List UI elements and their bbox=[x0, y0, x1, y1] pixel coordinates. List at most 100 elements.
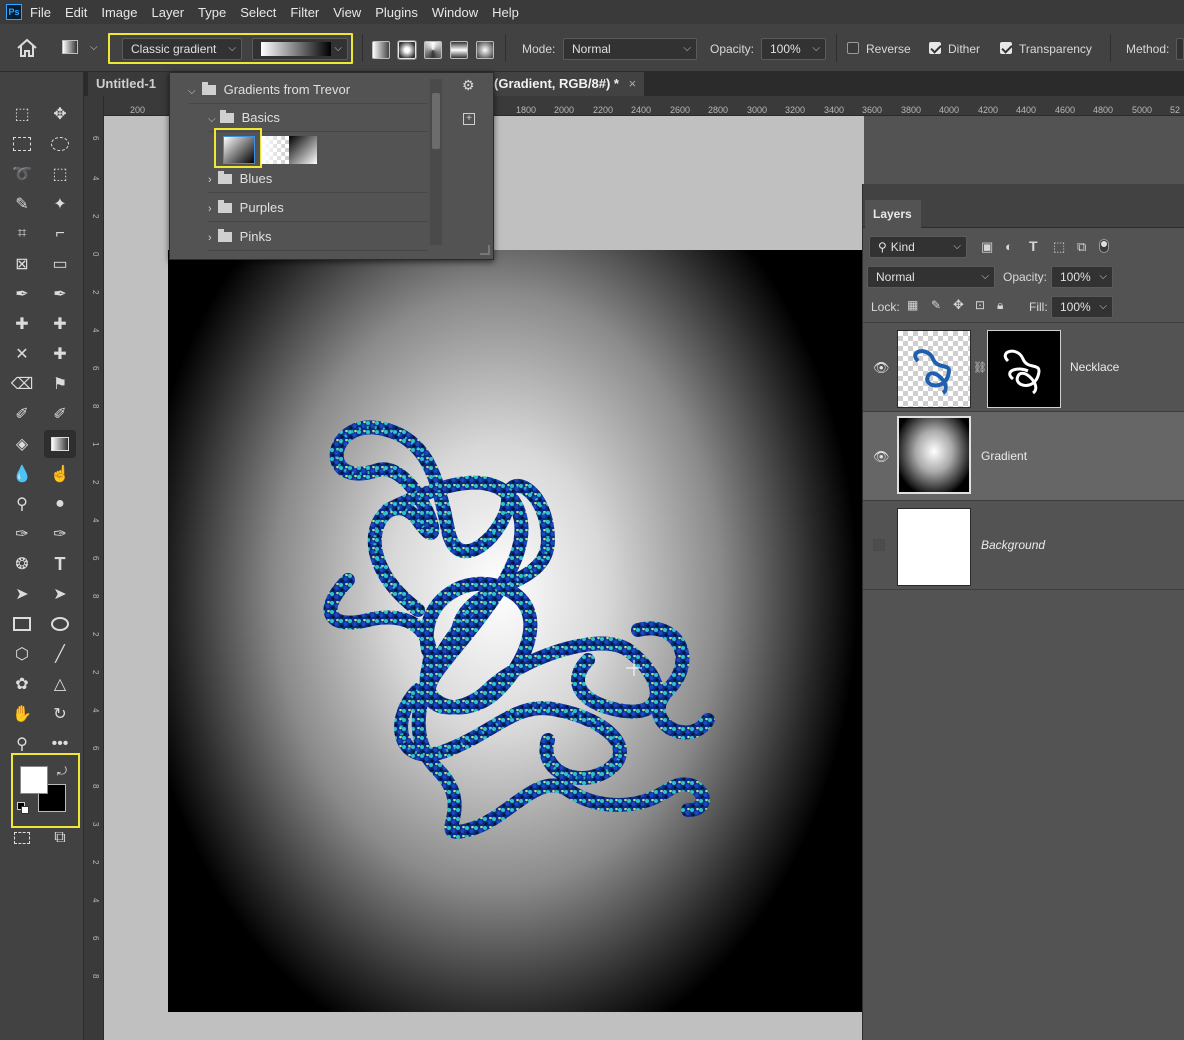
blur-tool-icon[interactable]: 💧 bbox=[10, 462, 34, 486]
menu-plugins[interactable]: Plugins bbox=[375, 5, 426, 20]
menu-select[interactable]: Select bbox=[240, 5, 284, 20]
reflected-gradient-icon[interactable] bbox=[450, 41, 468, 59]
crop-tool-icon[interactable]: ⌗ bbox=[10, 222, 34, 246]
diamond-gradient-icon[interactable] bbox=[476, 41, 494, 59]
brain-icon[interactable]: ❂ bbox=[10, 552, 34, 576]
gradient-style-dropdown[interactable]: Classic gradient ⌵ bbox=[122, 38, 242, 60]
hand-tool-icon[interactable]: ✋ bbox=[10, 702, 34, 726]
move-tool-icon[interactable]: ✥ bbox=[48, 102, 72, 126]
reverse-checkbox[interactable] bbox=[847, 42, 859, 54]
patch-tool-icon[interactable]: ✚ bbox=[48, 342, 72, 366]
perspective-crop-tool-icon[interactable]: ⌐ bbox=[48, 222, 72, 246]
line-tool-icon[interactable]: ╱ bbox=[48, 642, 72, 666]
default-colors-icon[interactable] bbox=[17, 802, 29, 814]
rect-marquee-tool-icon[interactable] bbox=[10, 132, 34, 156]
layer-row-background[interactable]: Background bbox=[863, 501, 1184, 590]
clone-stamp-tool-icon[interactable]: ⚑ bbox=[48, 372, 72, 396]
home-icon[interactable] bbox=[16, 38, 38, 58]
linear-gradient-icon[interactable] bbox=[372, 41, 390, 59]
pen-tool-icon[interactable]: ✑ bbox=[10, 522, 34, 546]
tab-gradient-document[interactable]: (Gradient, RGB/8#) * × bbox=[486, 72, 645, 96]
radial-gradient-icon[interactable] bbox=[397, 40, 417, 60]
color-sampler-tool-icon[interactable]: ✒ bbox=[48, 282, 72, 306]
frame-tool-icon[interactable]: ⊠ bbox=[10, 252, 34, 276]
screen-mode-icon[interactable]: ⧉ bbox=[48, 826, 72, 850]
angle-gradient-icon[interactable] bbox=[424, 41, 442, 59]
lock-all-icon[interactable]: 🔒︎ bbox=[997, 298, 1003, 313]
lock-transparent-pixels-icon[interactable]: ▦ bbox=[907, 298, 918, 312]
quick-mask-icon[interactable] bbox=[10, 826, 34, 850]
filter-shape-icon[interactable]: ⬚ bbox=[1053, 239, 1065, 255]
gradient-swatch-dropdown[interactable]: ⌵ bbox=[252, 38, 348, 60]
tab-untitled[interactable]: Untitled-1 @ bbox=[88, 72, 174, 115]
filter-pixel-icon[interactable]: ▣ bbox=[981, 239, 993, 255]
ruler-tool-icon[interactable]: ▭ bbox=[48, 252, 72, 276]
layer-row-necklace[interactable]: 👁︎ ⛓︎ Necklace bbox=[863, 323, 1184, 412]
foreground-color-swatch-top[interactable] bbox=[20, 766, 48, 794]
elliptical-marquee-tool-icon[interactable] bbox=[48, 132, 72, 156]
gradient-tool-icon[interactable] bbox=[44, 430, 76, 458]
blend-mode-dropdown[interactable]: Normal ⌵ bbox=[867, 266, 995, 288]
custom-shape-tool-icon[interactable]: ✿ bbox=[10, 672, 34, 696]
dodge-tool-icon[interactable]: ⚲ bbox=[10, 492, 34, 516]
visibility-toggle-empty[interactable] bbox=[873, 539, 885, 551]
menu-edit[interactable]: Edit bbox=[65, 5, 95, 20]
polygon-tool-icon[interactable]: ⬡ bbox=[10, 642, 34, 666]
visibility-eye-icon[interactable]: 👁︎ bbox=[873, 361, 890, 374]
folder-blues[interactable]: › Blues bbox=[208, 165, 428, 193]
artboard-tool-icon[interactable]: ⬚ bbox=[10, 102, 34, 126]
lock-artboard-icon[interactable]: ⊡ bbox=[975, 298, 985, 312]
filter-adjustment-icon[interactable]: ◐ bbox=[1005, 239, 1013, 254]
resize-grip-icon[interactable] bbox=[480, 245, 490, 255]
necklace-mask-thumbnail[interactable] bbox=[987, 330, 1061, 408]
transparency-checkbox[interactable] bbox=[1000, 42, 1012, 54]
type-tool-icon[interactable]: T bbox=[48, 552, 72, 576]
magic-wand-tool-icon[interactable]: ✦ bbox=[48, 192, 72, 216]
content-aware-move-icon[interactable]: ✕ bbox=[10, 342, 34, 366]
filter-smart-object-icon[interactable]: ⧉ bbox=[1077, 239, 1086, 255]
menu-image[interactable]: Image bbox=[101, 5, 145, 20]
layer-opacity-field[interactable]: 100% ⌵ bbox=[1051, 266, 1113, 288]
menu-type[interactable]: Type bbox=[198, 5, 234, 20]
rotate-view-tool-icon[interactable]: ↻ bbox=[48, 702, 72, 726]
quick-selection-tool-icon[interactable]: ✎ bbox=[10, 192, 34, 216]
sponge-tool-icon[interactable]: ● bbox=[48, 492, 72, 516]
folder-gradients-from-trevor[interactable]: ⌵ Gradients from Trevor bbox=[188, 76, 428, 104]
visibility-eye-icon[interactable]: 👁︎ bbox=[873, 450, 890, 463]
lasso-tool-icon[interactable]: ➰ bbox=[10, 162, 34, 186]
folder-purples[interactable]: › Purples bbox=[208, 194, 428, 222]
menu-layer[interactable]: Layer bbox=[152, 5, 193, 20]
menu-file[interactable]: File bbox=[30, 5, 59, 20]
tab-layers[interactable]: Layers bbox=[865, 200, 921, 228]
picker-scrollbar-thumb[interactable] bbox=[432, 93, 440, 149]
menu-filter[interactable]: Filter bbox=[290, 5, 327, 20]
brush-tool-icon[interactable]: ✐ bbox=[48, 402, 72, 426]
eraser-tool-icon[interactable]: ⌫ bbox=[10, 372, 34, 396]
triangle-tool-icon[interactable]: △ bbox=[48, 672, 72, 696]
menu-view[interactable]: View bbox=[333, 5, 369, 20]
link-chain-icon[interactable]: ⛓︎ bbox=[973, 361, 987, 374]
layer-filter-kind-dropdown[interactable]: ⚲ Kind ⌵ bbox=[869, 236, 967, 258]
fill-field[interactable]: 100% ⌵ bbox=[1051, 296, 1113, 318]
picker-settings-gear-icon[interactable]: ⚙ bbox=[462, 77, 475, 94]
lock-position-icon[interactable]: ✥ bbox=[953, 297, 964, 313]
layer-row-gradient[interactable]: 👁︎ Gradient bbox=[863, 412, 1184, 501]
folder-pinks[interactable]: › Pinks bbox=[208, 223, 428, 251]
direct-selection-tool-icon[interactable]: ➤ bbox=[48, 582, 72, 606]
picker-scrollbar[interactable] bbox=[430, 79, 442, 245]
freeform-pen-tool-icon[interactable]: ✑ bbox=[48, 522, 72, 546]
swap-colors-icon[interactable]: ⤾ bbox=[57, 764, 67, 779]
paint-bucket-tool-icon[interactable]: ◈ bbox=[10, 432, 34, 456]
mode-dropdown[interactable]: Normal ⌵ bbox=[563, 38, 697, 60]
filter-type-icon[interactable]: T bbox=[1029, 238, 1038, 254]
new-gradient-icon[interactable]: + bbox=[463, 113, 475, 125]
document-canvas[interactable] bbox=[168, 250, 864, 1012]
history-brush-tool-icon[interactable]: ✐ bbox=[10, 402, 34, 426]
ellipse-tool-icon[interactable] bbox=[48, 612, 72, 636]
preset-chevron-icon[interactable]: ⌵ bbox=[90, 42, 98, 53]
path-selection-tool-icon[interactable]: ➤ bbox=[10, 582, 34, 606]
object-selection-tool-icon[interactable]: ⬚ bbox=[48, 162, 72, 186]
gradient-tool-preset-icon[interactable] bbox=[62, 40, 78, 54]
gradient-preset-black-white[interactable] bbox=[289, 136, 317, 164]
dither-checkbox[interactable] bbox=[929, 42, 941, 54]
